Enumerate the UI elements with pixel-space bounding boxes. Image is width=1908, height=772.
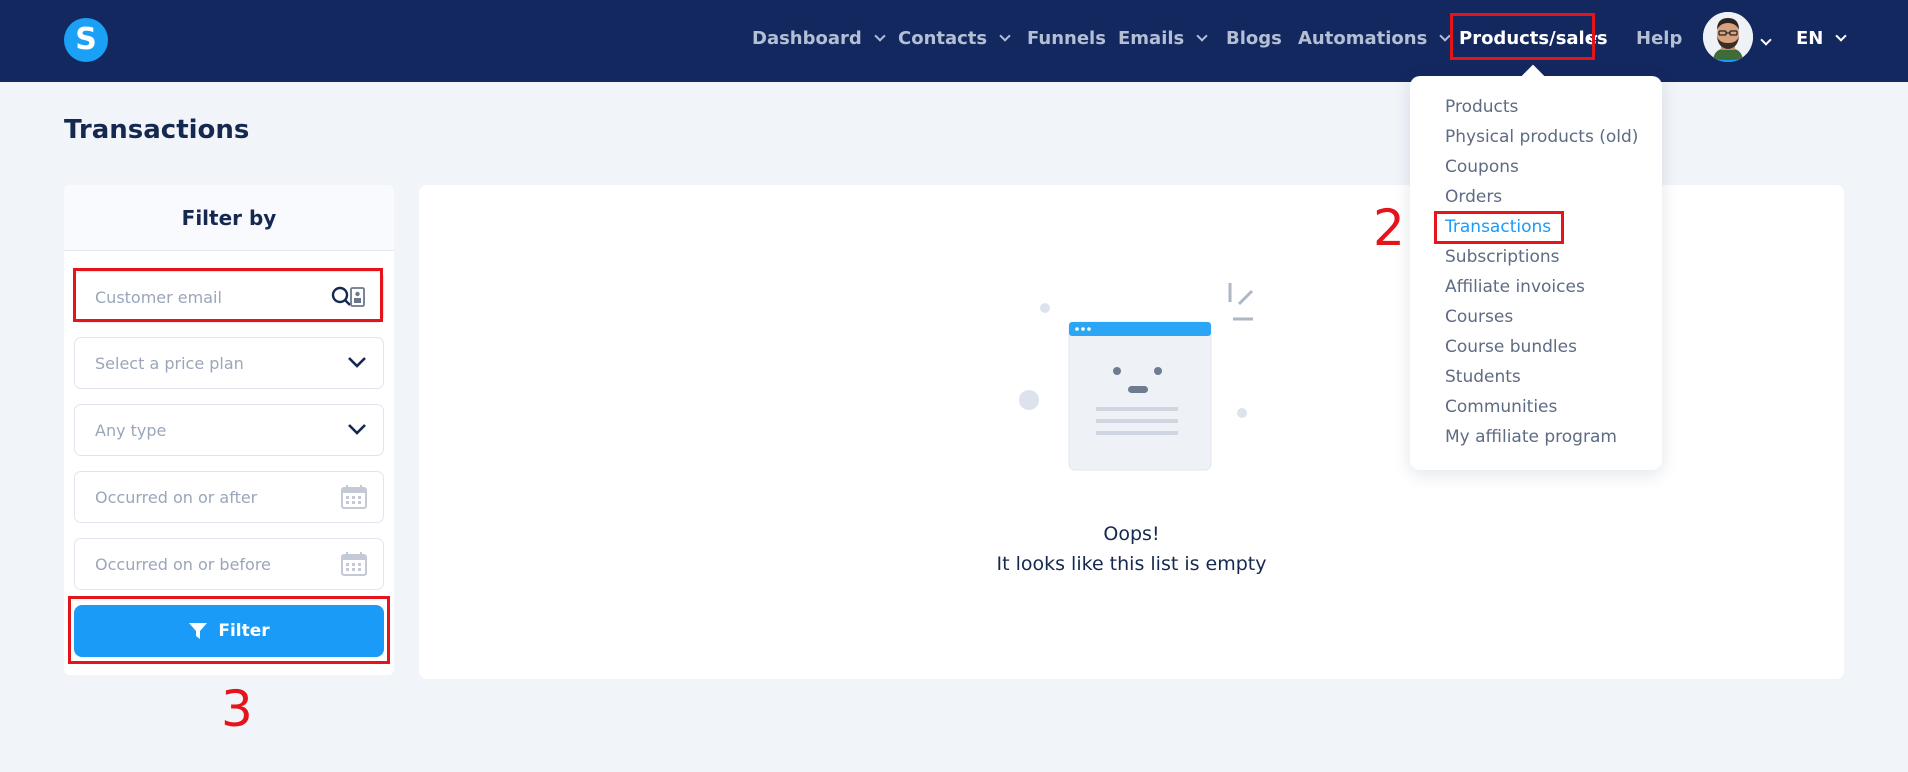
nav-automations-label: Automations — [1298, 27, 1428, 49]
nav-automations[interactable]: Automations — [1298, 26, 1451, 50]
avatar-icon — [1703, 12, 1753, 62]
annotation-step-3: 3 — [221, 680, 253, 738]
nav-blogs-label: Blogs — [1226, 27, 1282, 49]
menu-item-orders[interactable]: Orders — [1445, 187, 1502, 207]
menu-item-courses[interactable]: Courses — [1445, 307, 1513, 327]
type-select[interactable]: Any type — [74, 404, 384, 456]
language-selector[interactable]: EN — [1796, 26, 1848, 50]
nav-blogs[interactable]: Blogs — [1226, 26, 1282, 50]
menu-item-course-bundles[interactable]: Course bundles — [1445, 337, 1577, 357]
nav-funnels-label: Funnels — [1027, 27, 1106, 49]
occurred-after-placeholder: Occurred on or after — [95, 487, 258, 507]
logo-icon[interactable]: S — [64, 18, 108, 62]
occurred-before-placeholder: Occurred on or before — [95, 554, 271, 574]
price-plan-select[interactable]: Select a price plan — [74, 337, 384, 389]
nav-contacts[interactable]: Contacts — [898, 26, 1011, 50]
highlight-customer-email — [73, 268, 383, 322]
chevron-down-icon — [874, 29, 886, 42]
chevron-down-icon — [1760, 33, 1772, 46]
chevron-down-icon — [347, 354, 367, 373]
page-title: Transactions — [64, 115, 250, 145]
chevron-down-icon — [1196, 29, 1208, 42]
highlight-filter-button — [68, 596, 390, 664]
annotation-step-2: 2 — [1373, 199, 1405, 257]
empty-state-message: It looks like this list is empty — [996, 553, 1267, 575]
top-navbar: S Dashboard Contacts Funnels Emails Blog… — [0, 0, 1908, 82]
avatar-menu-toggle[interactable] — [1760, 30, 1772, 54]
nav-help[interactable]: Help — [1636, 26, 1682, 50]
highlight-transactions-menu-item — [1434, 211, 1564, 244]
empty-list-illustration-icon — [1019, 283, 1254, 471]
nav-emails[interactable]: Emails — [1118, 26, 1208, 50]
calendar-icon[interactable] — [341, 485, 367, 513]
nav-funnels[interactable]: Funnels — [1027, 26, 1106, 50]
language-label: EN — [1796, 27, 1824, 49]
chevron-down-icon — [999, 29, 1011, 42]
chevron-down-icon — [347, 421, 367, 440]
menu-item-communities[interactable]: Communities — [1445, 397, 1557, 417]
price-plan-placeholder: Select a price plan — [95, 353, 244, 373]
menu-item-affiliate-invoices[interactable]: Affiliate invoices — [1445, 277, 1585, 297]
type-placeholder: Any type — [95, 420, 167, 440]
filter-heading: Filter by — [64, 185, 394, 251]
nav-emails-label: Emails — [1118, 27, 1185, 49]
menu-item-students[interactable]: Students — [1445, 367, 1521, 387]
nav-dashboard-label: Dashboard — [752, 27, 862, 49]
empty-state-title: Oops! — [1103, 523, 1160, 545]
calendar-icon[interactable] — [341, 552, 367, 580]
products-sales-dropdown: Products Physical products (old) Coupons… — [1410, 64, 1662, 470]
occurred-before-input[interactable]: Occurred on or before — [74, 538, 384, 590]
menu-item-subscriptions[interactable]: Subscriptions — [1445, 247, 1559, 267]
menu-item-physical-products[interactable]: Physical products (old) — [1445, 127, 1638, 147]
nav-contacts-label: Contacts — [898, 27, 988, 49]
avatar[interactable] — [1703, 12, 1753, 62]
nav-help-label: Help — [1636, 27, 1683, 49]
menu-item-products[interactable]: Products — [1445, 97, 1518, 117]
highlight-products-sales — [1450, 13, 1595, 60]
occurred-after-input[interactable]: Occurred on or after — [74, 471, 384, 523]
menu-item-coupons[interactable]: Coupons — [1445, 157, 1519, 177]
chevron-down-icon — [1835, 29, 1848, 42]
nav-dashboard[interactable]: Dashboard — [752, 26, 886, 50]
menu-item-my-affiliate-program[interactable]: My affiliate program — [1445, 427, 1617, 447]
